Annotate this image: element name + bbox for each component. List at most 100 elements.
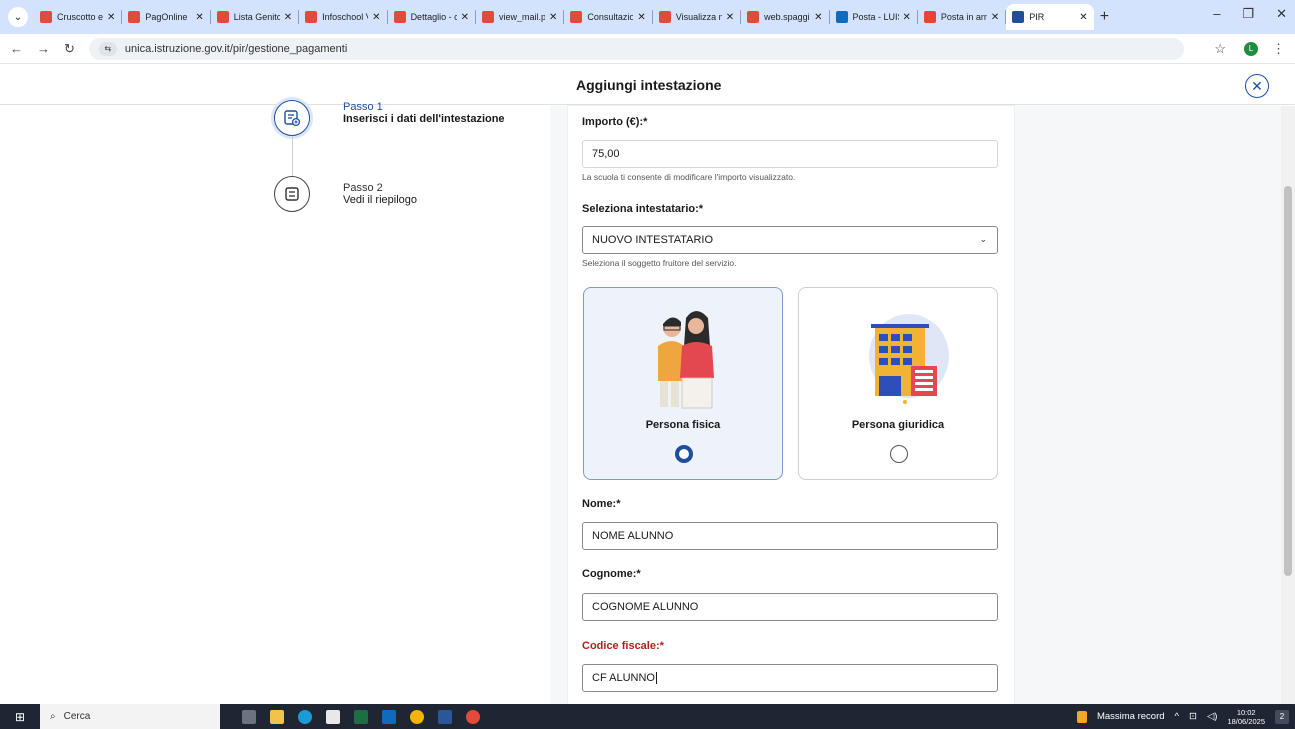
browser-tab[interactable]: Consultazion✕ <box>564 4 651 30</box>
close-tab-icon[interactable]: ✕ <box>991 12 999 23</box>
task-view-icon[interactable] <box>242 709 256 724</box>
minimize-icon[interactable]: – <box>1213 6 1220 22</box>
notification-count: 2 <box>1279 712 1285 721</box>
persona-giuridica-card[interactable]: Persona giuridica <box>798 287 998 480</box>
notification-icon[interactable]: 2 <box>1275 709 1289 724</box>
forward-icon[interactable]: → <box>37 41 50 56</box>
bookmark-star-icon[interactable]: ☆ <box>1214 41 1226 57</box>
weather-icon[interactable] <box>1076 710 1087 723</box>
tab-search-icon[interactable]: ⌄ <box>8 7 28 27</box>
address-bar[interactable]: ⇆ unica.istruzione.gov.it/pir/gestione_p… <box>88 37 1185 60</box>
codice-fiscale-label: Codice fiscale:* <box>582 640 664 652</box>
tray-chevron-icon[interactable]: ^ <box>1175 711 1179 722</box>
persona-fisica-card[interactable]: Persona fisica <box>583 287 783 480</box>
browser-tab[interactable]: Cruscotto e ✕ <box>34 4 121 30</box>
weather-text[interactable]: Massima record <box>1097 711 1165 722</box>
step-2-text: Vedi il riepilogo <box>343 194 417 206</box>
browser-tab[interactable]: web.spaggia ✕ <box>741 4 828 30</box>
close-tab-icon[interactable]: ✕ <box>814 12 822 23</box>
windows-start-icon[interactable]: ⊞ <box>0 704 40 729</box>
step-1-label: Passo 1 Inserisci i dati dell'intestazio… <box>343 101 505 125</box>
chevron-down-icon: ⌄ <box>979 234 987 244</box>
intestatario-label: Seleziona intestatario:* <box>582 203 704 215</box>
modal-title: Aggiungi intestazione <box>576 77 722 93</box>
browser-tab[interactable]: PIR ✕ <box>1006 4 1094 30</box>
codice-fiscale-input[interactable]: CF ALUNNO <box>582 664 998 692</box>
chrome-app-icon[interactable] <box>466 709 480 724</box>
site-info-icon[interactable]: ⇆ <box>98 41 117 56</box>
gmail-favicon <box>923 11 936 23</box>
browser-tab[interactable]: Posta - LUIS ✕ <box>830 4 917 30</box>
close-tab-icon[interactable]: ✕ <box>549 12 557 23</box>
clock[interactable]: 10:02 18/06/2025 <box>1227 708 1265 726</box>
close-tab-icon[interactable]: ✕ <box>637 12 645 23</box>
tab-title: Consultazion <box>587 12 634 22</box>
importo-hint: La scuola ti consente di modificare l'im… <box>582 172 796 182</box>
intestatario-hint: Seleziona il soggetto fruitore del servi… <box>582 258 737 268</box>
network-icon[interactable]: ⊡ <box>1189 711 1197 722</box>
restore-icon[interactable]: ❐ <box>1242 6 1254 22</box>
volume-icon[interactable]: ◁) <box>1207 711 1217 722</box>
browser-tab[interactable]: Posta in arri ✕ <box>918 4 1005 30</box>
step-connector <box>292 136 293 180</box>
taskbar-search[interactable]: ⌕ Cerca <box>40 704 220 729</box>
close-tab-icon[interactable]: ✕ <box>372 12 380 23</box>
close-modal-button[interactable]: ✕ <box>1245 74 1269 98</box>
backdrop-left <box>550 106 568 704</box>
close-tab-icon[interactable]: ✕ <box>1079 12 1087 23</box>
intestatario-select[interactable]: NUOVO INTESTATARIO ⌄ <box>582 226 998 254</box>
browser-menu-icon[interactable]: ⋮ <box>1272 41 1285 57</box>
close-window-icon[interactable]: ✕ <box>1276 6 1287 22</box>
close-tab-icon[interactable]: ✕ <box>107 12 115 23</box>
close-tab-icon[interactable]: ✕ <box>726 12 734 23</box>
persona-fisica-radio[interactable] <box>675 445 693 463</box>
word-icon[interactable] <box>438 709 452 724</box>
page-scrollbar[interactable] <box>1281 106 1295 704</box>
browser-tab[interactable]: PagOnline ✕ <box>122 4 209 30</box>
text-caret <box>655 672 657 684</box>
edge-icon[interactable] <box>298 709 312 724</box>
scroll-thumb[interactable] <box>1284 186 1292 576</box>
nome-input[interactable]: NOME ALUNNO <box>582 522 998 550</box>
outlook-icon[interactable] <box>382 709 396 724</box>
scuola-favicon <box>128 11 141 23</box>
cognome-label: Cognome:* <box>582 568 641 580</box>
browser-tab[interactable]: view_mail.pl ✕ <box>476 4 563 30</box>
new-tab-icon[interactable]: + <box>1100 8 1109 26</box>
tab-title: Infoschool V <box>322 12 369 22</box>
chrome-icon[interactable] <box>410 709 424 724</box>
scuola-favicon <box>40 11 52 23</box>
close-tab-icon[interactable]: ✕ <box>461 12 469 23</box>
step-2-label: Passo 2 Vedi il riepilogo <box>343 182 417 206</box>
codice-fiscale-value: CF ALUNNO <box>592 672 655 684</box>
clock-date: 18/06/2025 <box>1227 716 1265 726</box>
tab-title: view_mail.pl <box>498 12 545 22</box>
close-tab-icon[interactable]: ✕ <box>284 12 292 23</box>
browser-tab[interactable]: Visualizza m ✕ <box>653 4 740 30</box>
windows-taskbar: ⊞ ⌕ Cerca Massima record ^ ⊡ ◁) 10:02 18… <box>0 704 1295 729</box>
profile-avatar[interactable]: L <box>1244 41 1258 56</box>
file-explorer-icon[interactable] <box>270 709 284 724</box>
cognome-input[interactable]: COGNOME ALUNNO <box>582 593 998 621</box>
persona-giuridica-illustration <box>869 314 949 404</box>
close-tab-icon[interactable]: ✕ <box>195 12 203 23</box>
form-panel: Importo (€):* 75,00 La scuola ti consent… <box>568 106 1014 704</box>
url-text: unica.istruzione.gov.it/pir/gestione_pag… <box>124 42 348 55</box>
back-icon[interactable]: ← <box>10 41 23 56</box>
browser-toolbar: ← → ↻ ⇆ unica.istruzione.gov.it/pir/gest… <box>0 34 1295 64</box>
taskbar-apps <box>242 709 480 724</box>
close-tab-icon[interactable]: ✕ <box>903 12 911 23</box>
browser-tab[interactable]: Lista Genito ✕ <box>211 4 298 30</box>
importo-input[interactable]: 75,00 <box>582 140 998 168</box>
reload-icon[interactable]: ↻ <box>64 41 75 57</box>
browser-tab[interactable]: Infoschool V ✕ <box>299 4 386 30</box>
excel-icon[interactable] <box>354 709 368 724</box>
tab-title: PIR <box>1029 12 1045 22</box>
scuola-favicon <box>216 11 229 23</box>
browser-tab[interactable]: Dettaglio - c ✕ <box>388 4 475 30</box>
persona-giuridica-radio[interactable] <box>890 445 908 463</box>
store-icon[interactable] <box>326 709 340 724</box>
tab-title: Posta in arri <box>940 12 987 22</box>
scuola-favicon <box>570 11 583 23</box>
tab-title: Visualizza m <box>675 12 722 22</box>
